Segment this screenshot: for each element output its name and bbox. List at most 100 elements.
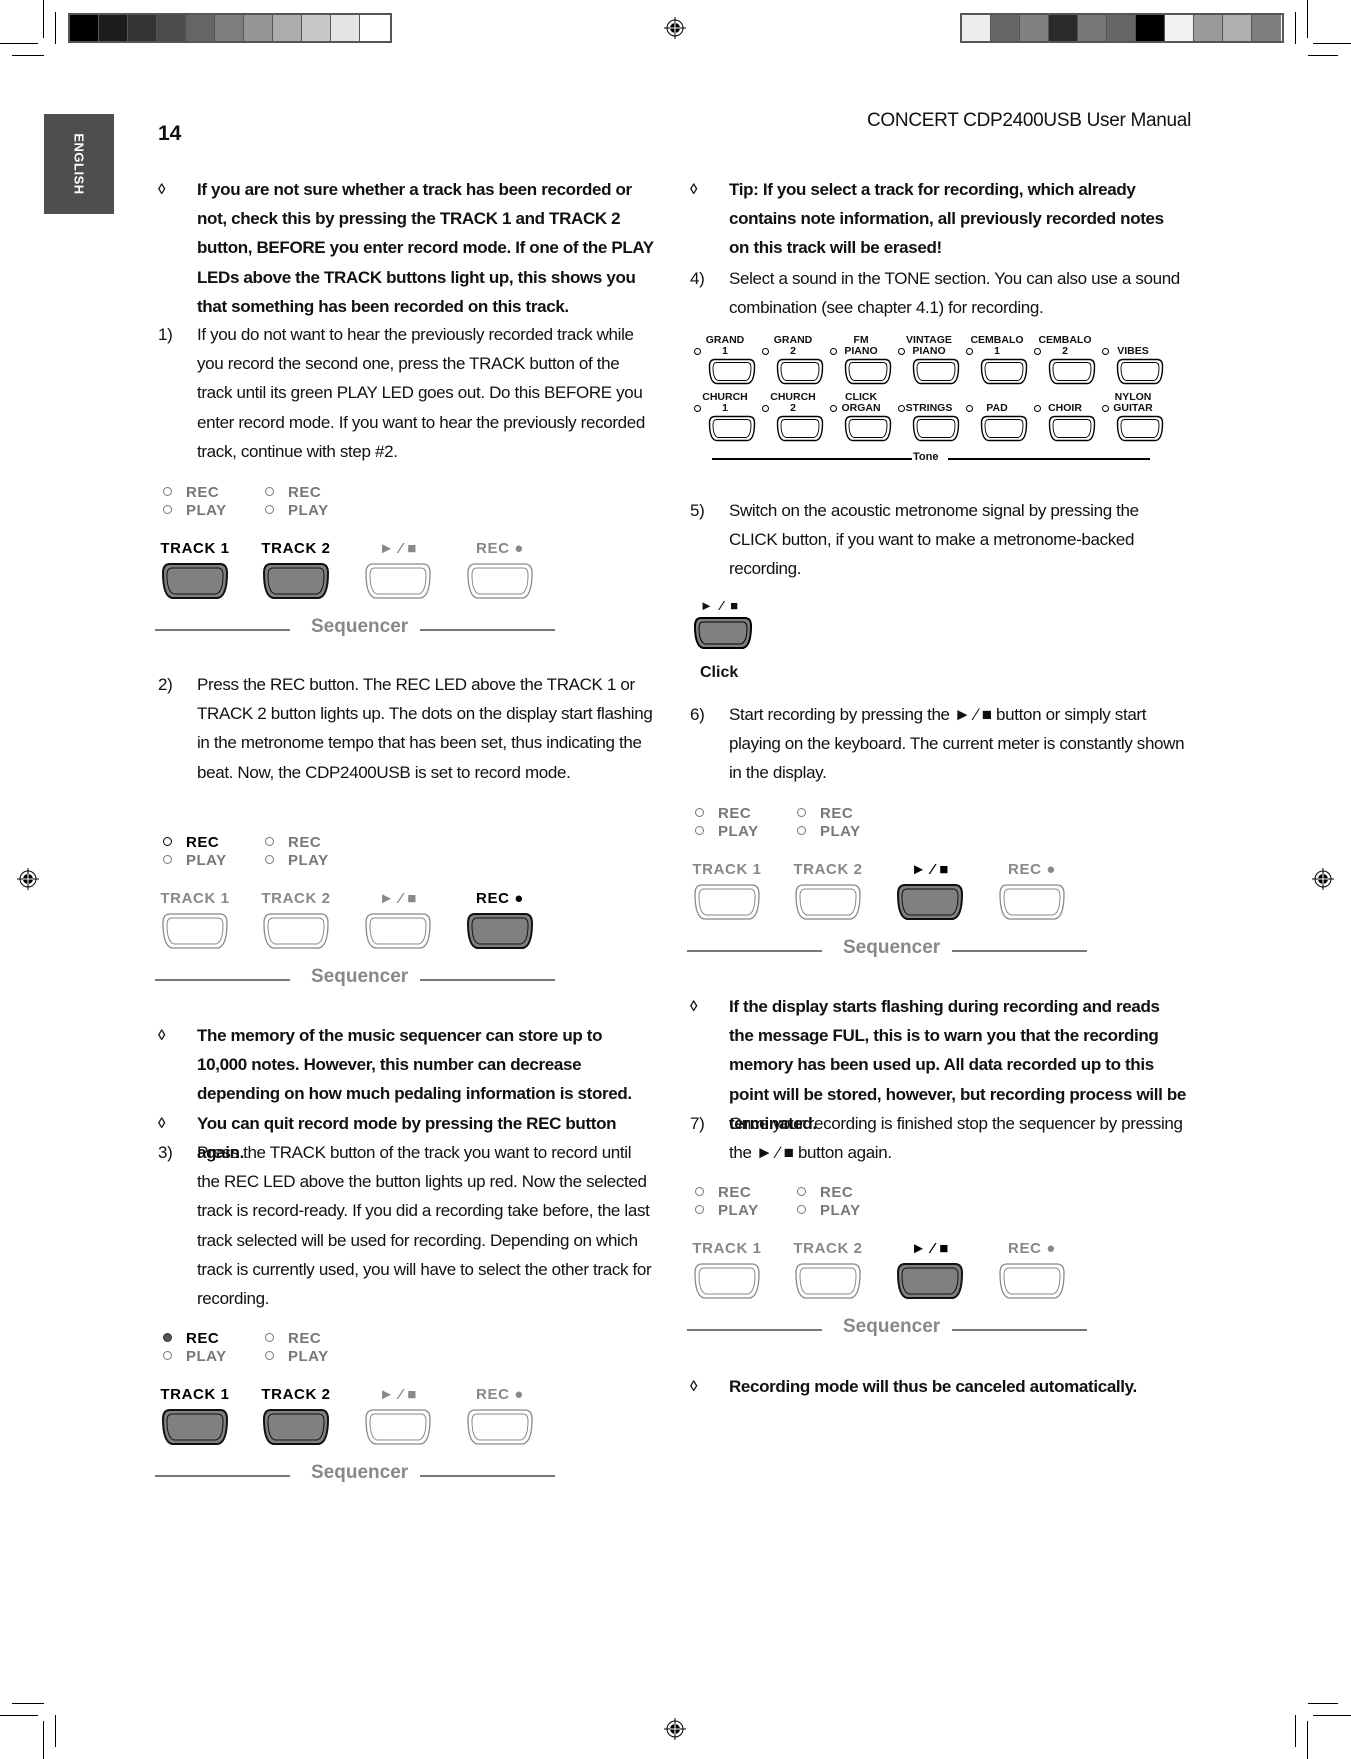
tone-button[interactable] <box>776 358 824 385</box>
tone-button-group: PAD <box>962 390 1030 445</box>
section-divider <box>687 1329 822 1331</box>
rec-button[interactable] <box>466 912 534 950</box>
rec-button[interactable] <box>998 883 1066 921</box>
tone-label-line2: 2 <box>790 345 796 357</box>
playstop-button[interactable] <box>364 562 432 600</box>
language-tab: ENGLISH <box>44 114 114 214</box>
color-swatch <box>99 15 128 41</box>
crop-mark <box>1295 1715 1296 1747</box>
track1-led-rec: REC <box>163 1330 219 1347</box>
led-label: REC <box>718 1184 752 1201</box>
crop-mark <box>1313 43 1351 44</box>
track1-led-play: PLAY <box>163 852 227 869</box>
track2-button-label: TRACK 2 <box>793 1240 863 1257</box>
playstop-button[interactable] <box>364 912 432 950</box>
step-number: 2) <box>158 675 173 694</box>
tone-button[interactable] <box>844 415 892 442</box>
track1-button[interactable] <box>161 562 229 600</box>
track1-button[interactable] <box>693 883 761 921</box>
tone-button[interactable] <box>912 358 960 385</box>
led-label: REC <box>186 484 220 501</box>
tone-button-group: CHURCH 2 <box>758 390 826 445</box>
step-number: 6) <box>690 705 705 724</box>
section-divider <box>948 458 1150 460</box>
tone-button[interactable] <box>708 415 756 442</box>
section-label: Sequencer <box>311 1462 409 1483</box>
step-text: Start recording by pressing the ► ⁄ ■ bu… <box>729 705 1185 783</box>
playstop-button-label: ► ⁄ ■ <box>379 1386 417 1403</box>
rec-button[interactable] <box>466 1408 534 1446</box>
rec-button[interactable] <box>998 1262 1066 1300</box>
color-swatch <box>962 15 991 41</box>
track1-button[interactable] <box>161 1408 229 1446</box>
registration-mark-icon <box>664 17 686 39</box>
section-divider <box>712 458 912 460</box>
rec-button-label: REC ● <box>476 890 524 907</box>
tone-button[interactable] <box>980 358 1028 385</box>
track1-led-rec: REC <box>695 1184 751 1201</box>
track2-led-play: PLAY <box>265 1348 329 1365</box>
color-swatch <box>1165 15 1194 41</box>
step-text: If you do not want to hear the previousl… <box>197 325 645 461</box>
led-icon <box>163 486 172 496</box>
led-icon <box>695 825 704 835</box>
tone-button[interactable] <box>708 358 756 385</box>
led-label: PLAY <box>186 1348 227 1365</box>
track1-button[interactable] <box>693 1262 761 1300</box>
tone-button[interactable] <box>980 415 1028 442</box>
tone-button[interactable] <box>1048 358 1096 385</box>
crop-mark <box>1308 55 1338 56</box>
click-label: Click <box>700 664 739 681</box>
section-divider <box>155 979 290 981</box>
track2-button[interactable] <box>262 562 330 600</box>
track2-led-rec: REC <box>797 805 853 822</box>
section-divider <box>952 950 1087 952</box>
tone-label-line2: ORGAN <box>841 402 881 414</box>
rec-button[interactable] <box>466 562 534 600</box>
section-divider <box>420 629 555 631</box>
tone-button[interactable] <box>776 415 824 442</box>
playstop-button-label: ► ⁄ ■ <box>911 1240 949 1257</box>
color-swatch <box>991 15 1020 41</box>
rec-button-label: REC ● <box>1008 1240 1056 1257</box>
led-label: PLAY <box>718 823 759 840</box>
track2-button[interactable] <box>262 912 330 950</box>
sequencer-panel-figure: REC PLAY REC PLAY TRACK 1 TRACK 2 ► ⁄ ■ REC ● Se… <box>155 480 560 660</box>
step-number: 3) <box>158 1143 173 1162</box>
tone-button-group: VINTAGE PIANO <box>894 333 962 388</box>
playstop-button[interactable] <box>896 883 964 921</box>
playstop-button[interactable] <box>896 1262 964 1300</box>
rec-button-label: REC ● <box>476 1386 524 1403</box>
track1-led-play: PLAY <box>695 1202 759 1219</box>
tone-label-line2: STRINGS <box>905 402 953 414</box>
click-button[interactable] <box>693 616 753 650</box>
track2-button[interactable] <box>794 883 862 921</box>
track2-button[interactable] <box>794 1262 862 1300</box>
track1-led-play: PLAY <box>163 502 227 519</box>
step-block: 2) Press the REC button. The REC LED abo… <box>158 670 656 787</box>
color-swatch <box>273 15 302 41</box>
tone-button[interactable] <box>912 415 960 442</box>
track2-button[interactable] <box>262 1408 330 1446</box>
track2-led-play: PLAY <box>797 823 861 840</box>
led-label: REC <box>820 1184 854 1201</box>
tone-button[interactable] <box>1116 415 1164 442</box>
tone-panel-figure: GRAND 1 GRAND 2 FM PIANO VINTAGE PIANO CEMBALO 1 C… <box>690 333 1164 468</box>
track1-button[interactable] <box>161 912 229 950</box>
tone-button[interactable] <box>1048 415 1096 442</box>
track1-led-play: PLAY <box>163 1348 227 1365</box>
tone-button[interactable] <box>844 358 892 385</box>
track2-led-play: PLAY <box>265 852 329 869</box>
track1-led-rec: REC <box>163 834 219 851</box>
step-block: 5) Switch on the acoustic metronome sign… <box>690 496 1188 584</box>
section-divider <box>952 1329 1087 1331</box>
registration-mark-icon <box>664 1718 686 1740</box>
note-marker: ◊ <box>690 1378 698 1395</box>
step-block: 1) If you do not want to hear the previo… <box>158 320 656 466</box>
tone-button-group: CEMBALO 2 <box>1030 333 1098 388</box>
color-calibration-bar-right <box>960 13 1284 43</box>
tone-button[interactable] <box>1116 358 1164 385</box>
playstop-button[interactable] <box>364 1408 432 1446</box>
track1-led-rec: REC <box>163 484 219 501</box>
color-swatch <box>1136 15 1165 41</box>
